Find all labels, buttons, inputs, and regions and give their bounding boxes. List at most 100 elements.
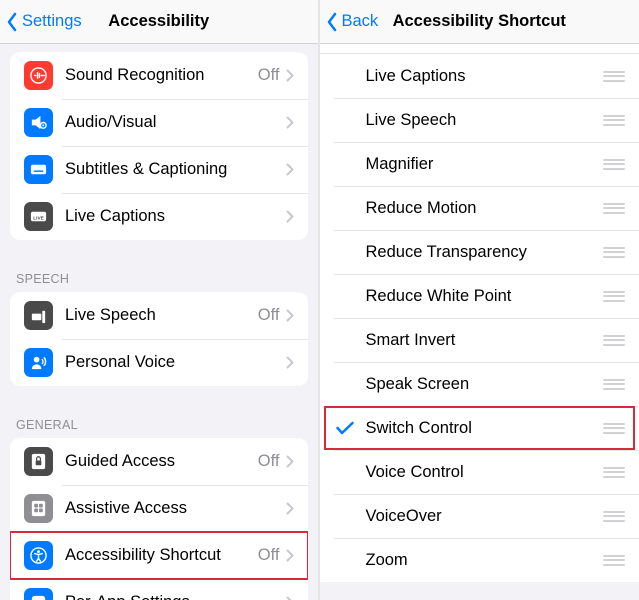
drag-handle-icon[interactable]: [593, 423, 625, 434]
shortcut-label: Live Captions: [366, 67, 594, 86]
shortcut-label: Reduce White Point: [366, 287, 594, 306]
left-content: Sound RecognitionOffAudio/VisualSubtitle…: [0, 44, 318, 600]
row-label: Live Speech: [65, 306, 258, 325]
drag-handle-icon[interactable]: [593, 291, 625, 302]
row-value: Off: [258, 66, 280, 85]
row-label: Accessibility Shortcut: [65, 546, 258, 565]
drag-handle-icon[interactable]: [593, 203, 625, 214]
chevron-left-icon: [326, 12, 338, 32]
guided-access-icon: [24, 447, 53, 476]
row-guided-access[interactable]: Guided AccessOff: [10, 438, 308, 485]
live-speech-icon: [24, 301, 53, 330]
row-value: Off: [258, 306, 280, 325]
shortcut-row-zoom[interactable]: Zoom: [320, 538, 639, 582]
settings-group: Sound RecognitionOff Audio/Visual Subtitle…: [10, 52, 308, 240]
shortcut-label: Smart Invert: [366, 331, 594, 350]
shortcut-row-speak-screen[interactable]: Speak Screen: [320, 362, 639, 406]
row-value: Off: [258, 452, 280, 471]
row-value: Off: [258, 546, 280, 565]
row-audio-visual[interactable]: Audio/Visual: [10, 99, 308, 146]
shortcut-row-voice-control[interactable]: Voice Control: [320, 450, 639, 494]
row-label: Assistive Access: [65, 499, 286, 518]
accessibility-panel: Settings Accessibility Sound Recognition…: [0, 0, 320, 600]
drag-handle-icon[interactable]: [593, 115, 625, 126]
row-per-app-settings[interactable]: Per-App Settings: [10, 579, 308, 600]
page-title: Accessibility Shortcut: [393, 12, 566, 31]
shortcut-label: Reduce Motion: [366, 199, 594, 218]
shortcut-row-voiceover[interactable]: VoiceOver: [320, 494, 639, 538]
chevron-left-icon: [6, 12, 18, 32]
drag-handle-icon[interactable]: [593, 467, 625, 478]
row-sound-recognition[interactable]: Sound RecognitionOff: [10, 52, 308, 99]
shortcut-label: Voice Control: [366, 463, 594, 482]
accessibility-shortcut-icon: [24, 541, 53, 570]
back-label: Settings: [22, 12, 82, 31]
chevron-right-icon: [286, 210, 294, 223]
section-header: SPEECH: [0, 254, 318, 292]
settings-group: Live SpeechOff Personal Voice: [10, 292, 308, 386]
row-label: Personal Voice: [65, 353, 286, 372]
drag-handle-icon[interactable]: [593, 335, 625, 346]
shortcut-row-switch-control[interactable]: Switch Control: [320, 406, 639, 450]
shortcut-list: Live Captions Live Speech Magnifier Reduce …: [320, 54, 639, 582]
back-label: Back: [342, 12, 379, 31]
navbar-left: Settings Accessibility: [0, 0, 318, 44]
drag-handle-icon[interactable]: [593, 71, 625, 82]
row-personal-voice[interactable]: Personal Voice: [10, 339, 308, 386]
check-slot: [334, 421, 356, 435]
shortcut-row-reduce-motion[interactable]: Reduce Motion: [320, 186, 639, 230]
navbar-right: Back Accessibility Shortcut: [320, 0, 639, 44]
chevron-right-icon: [286, 356, 294, 369]
row-label: Subtitles & Captioning: [65, 160, 286, 179]
chevron-right-icon: [286, 502, 294, 515]
row-label: Sound Recognition: [65, 66, 258, 85]
row-live-captions[interactable]: Live Captions: [10, 193, 308, 240]
per-app-settings-icon: [24, 588, 53, 600]
shortcut-label: Switch Control: [366, 419, 594, 438]
shortcut-label: Reduce Transparency: [366, 243, 594, 262]
shortcut-label: Zoom: [366, 551, 594, 570]
shortcut-label: Magnifier: [366, 155, 594, 174]
drag-handle-icon[interactable]: [593, 159, 625, 170]
back-button-settings[interactable]: Settings: [6, 12, 82, 32]
shortcut-label: VoiceOver: [366, 507, 594, 526]
sound-recognition-icon: [24, 61, 53, 90]
chevron-right-icon: [286, 116, 294, 129]
shortcut-label: Live Speech: [366, 111, 594, 130]
drag-handle-icon[interactable]: [593, 379, 625, 390]
assistive-access-icon: [24, 494, 53, 523]
row-label: Per-App Settings: [65, 593, 286, 600]
row-assistive-access[interactable]: Assistive Access: [10, 485, 308, 532]
page-title: Accessibility: [108, 12, 209, 31]
chevron-right-icon: [286, 69, 294, 82]
chevron-right-icon: [286, 596, 294, 600]
section-header: GENERAL: [0, 400, 318, 438]
row-label: Live Captions: [65, 207, 286, 226]
chevron-right-icon: [286, 549, 294, 562]
shortcut-panel: Back Accessibility Shortcut Live Caption…: [320, 0, 639, 600]
shortcut-row-reduce-transparency[interactable]: Reduce Transparency: [320, 230, 639, 274]
shortcut-row-live-captions[interactable]: Live Captions: [320, 54, 639, 98]
checkmark-icon: [336, 421, 354, 435]
subtitles-captioning-icon: [24, 155, 53, 184]
drag-handle-icon[interactable]: [593, 555, 625, 566]
chevron-right-icon: [286, 309, 294, 322]
settings-group: Guided AccessOffAssistive AccessAccessib…: [10, 438, 308, 600]
audio-visual-icon: [24, 108, 53, 137]
row-subtitles-captioning[interactable]: Subtitles & Captioning: [10, 146, 308, 193]
right-content: Live Captions Live Speech Magnifier Reduce …: [320, 44, 639, 600]
shortcut-row-live-speech[interactable]: Live Speech: [320, 98, 639, 142]
drag-handle-icon[interactable]: [593, 511, 625, 522]
live-captions-icon: [24, 202, 53, 231]
row-label: Guided Access: [65, 452, 258, 471]
row-label: Audio/Visual: [65, 113, 286, 132]
back-button[interactable]: Back: [326, 12, 379, 32]
shortcut-row-magnifier[interactable]: Magnifier: [320, 142, 639, 186]
chevron-right-icon: [286, 455, 294, 468]
drag-handle-icon[interactable]: [593, 247, 625, 258]
shortcut-row-smart-invert[interactable]: Smart Invert: [320, 318, 639, 362]
row-accessibility-shortcut[interactable]: Accessibility ShortcutOff: [10, 532, 308, 579]
shortcut-label: Speak Screen: [366, 375, 594, 394]
row-live-speech[interactable]: Live SpeechOff: [10, 292, 308, 339]
shortcut-row-reduce-white-point[interactable]: Reduce White Point: [320, 274, 639, 318]
